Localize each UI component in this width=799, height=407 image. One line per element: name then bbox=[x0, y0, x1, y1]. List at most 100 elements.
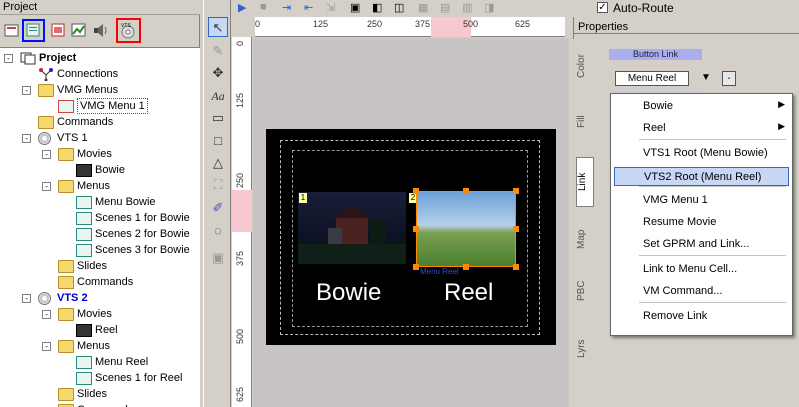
preview-icon[interactable]: ◨ bbox=[484, 1, 494, 14]
tree-item[interactable]: - Project bbox=[0, 50, 200, 66]
square-tool-icon[interactable]: □ bbox=[208, 131, 228, 151]
tree-item[interactable]: - Menus bbox=[0, 338, 200, 354]
tree-collapse-toggle[interactable]: - bbox=[22, 294, 31, 303]
context-menu-item[interactable]: Bowie ▶ bbox=[614, 97, 789, 116]
tree-collapse-toggle[interactable]: - bbox=[4, 54, 13, 63]
align-icon[interactable]: ◫ bbox=[394, 1, 404, 14]
eyedropper-tool-icon[interactable]: ✐ bbox=[208, 198, 228, 218]
tab-map[interactable]: Map bbox=[576, 219, 594, 259]
new-vts-icon[interactable]: VTS bbox=[116, 18, 141, 43]
tree-item[interactable]: VMG Menu 1 bbox=[0, 98, 200, 114]
tree-collapse-toggle[interactable]: - bbox=[42, 150, 51, 159]
tree-item[interactable]: Scenes 2 for Bowie bbox=[0, 226, 200, 242]
auto-route-checkbox[interactable]: ✓ bbox=[597, 2, 608, 13]
menu-icon bbox=[76, 228, 92, 241]
link-dropdown-arrow-icon[interactable]: ▼ bbox=[701, 72, 711, 83]
tree-item[interactable]: - Movies bbox=[0, 146, 200, 162]
selection-handle[interactable] bbox=[463, 188, 469, 194]
tree-item-label: VTS 1 bbox=[57, 132, 88, 144]
tree-collapse-toggle[interactable]: - bbox=[42, 182, 51, 191]
tab-pbc[interactable]: PBC bbox=[576, 271, 594, 311]
selection-handle[interactable] bbox=[463, 264, 469, 270]
tree-item[interactable]: Bowie bbox=[0, 162, 200, 178]
tree-item[interactable]: Connections bbox=[0, 66, 200, 82]
tree-item[interactable]: Scenes 1 for Reel bbox=[0, 370, 200, 386]
context-menu-item[interactable]: Reel ▶ bbox=[614, 119, 789, 138]
context-menu-item[interactable]: VMG Menu 1 bbox=[614, 191, 789, 210]
selection-handle[interactable] bbox=[513, 264, 519, 270]
context-menu-item[interactable]: Resume Movie bbox=[614, 213, 789, 232]
selection-handle[interactable] bbox=[413, 226, 419, 232]
new-chart-icon[interactable] bbox=[70, 22, 87, 39]
clear-link-button[interactable]: - bbox=[722, 71, 736, 86]
stop-icon[interactable]: ■ bbox=[260, 1, 267, 13]
section-divider bbox=[609, 90, 702, 92]
tree-item[interactable]: Menu Bowie bbox=[0, 194, 200, 210]
tab-link[interactable]: Link bbox=[576, 157, 594, 207]
text-tool-icon[interactable]: Aa bbox=[208, 86, 228, 106]
new-vmg-menu-icon[interactable] bbox=[3, 22, 20, 39]
auto-route-control[interactable]: ✓ Auto-Route bbox=[597, 0, 797, 15]
ruler-top-tick: 375 bbox=[415, 19, 431, 29]
transform-tool-icon[interactable]: ✥ bbox=[208, 63, 228, 83]
ruler-top: 0 125 250 375 500 625 bbox=[255, 17, 565, 37]
tree-item[interactable]: Slides bbox=[0, 258, 200, 274]
step-out-icon[interactable]: ⇤ bbox=[304, 1, 313, 14]
tree-collapse-toggle[interactable]: - bbox=[22, 134, 31, 143]
context-menu-item[interactable]: Set GPRM and Link... bbox=[614, 235, 789, 254]
selection-handle[interactable] bbox=[513, 226, 519, 232]
tab-fill[interactable]: Fill bbox=[576, 99, 594, 145]
selection-handle[interactable] bbox=[413, 264, 419, 270]
link-target-field[interactable]: Menu Reel bbox=[615, 71, 689, 86]
new-audio-icon[interactable] bbox=[92, 22, 109, 39]
fit-tool-icon[interactable]: ▣ bbox=[208, 248, 228, 268]
context-menu-item[interactable]: VTS2 Root (Menu Reel) bbox=[614, 167, 789, 186]
disc-icon bbox=[38, 132, 51, 145]
overlay-icon[interactable]: ▥ bbox=[462, 1, 472, 14]
tree-item-label: Menu Reel bbox=[95, 356, 149, 368]
rotate-tool-icon[interactable]: ◌ bbox=[208, 221, 228, 241]
snap-icon[interactable]: ▤ bbox=[440, 1, 450, 14]
tree-item[interactable]: - VMG Menus bbox=[0, 82, 200, 98]
tree-item[interactable]: Menu Reel bbox=[0, 354, 200, 370]
tree-item[interactable]: Scenes 3 for Bowie bbox=[0, 242, 200, 258]
tab-lyrs[interactable]: Lyrs bbox=[576, 329, 594, 369]
tree-item[interactable]: - Menus bbox=[0, 178, 200, 194]
new-menu-icon[interactable] bbox=[22, 19, 45, 42]
pointer-tool-icon[interactable]: ↖ bbox=[208, 17, 228, 37]
step-over-icon[interactable]: ⇲ bbox=[326, 1, 335, 14]
tree-item[interactable]: Commands bbox=[0, 402, 200, 407]
tree-item[interactable]: Commands bbox=[0, 114, 200, 130]
selection-handle[interactable] bbox=[413, 188, 419, 194]
tree-item[interactable]: Reel bbox=[0, 322, 200, 338]
context-menu-item[interactable]: VM Command... bbox=[614, 282, 789, 301]
tree-collapse-toggle[interactable]: - bbox=[42, 310, 51, 319]
new-slideshow-icon[interactable] bbox=[50, 22, 67, 39]
tree-item[interactable]: Slides bbox=[0, 386, 200, 402]
tab-color[interactable]: Color bbox=[576, 45, 594, 87]
tree-item-label: Commands bbox=[57, 116, 114, 128]
tree-item[interactable]: - Movies bbox=[0, 306, 200, 322]
safe-area-icon[interactable]: ◧ bbox=[372, 1, 382, 14]
tree-item[interactable]: Scenes 1 for Bowie bbox=[0, 210, 200, 226]
tree-item[interactable]: Commands bbox=[0, 274, 200, 290]
zoom-icon[interactable]: ▣ bbox=[350, 1, 360, 14]
context-menu-item[interactable]: Link to Menu Cell... bbox=[614, 260, 789, 279]
menu-preview-screen[interactable]: 1 2 Menu Reel Bowie Reel bbox=[266, 129, 556, 345]
button-1-thumbnail[interactable] bbox=[298, 192, 406, 264]
context-menu-item[interactable]: VTS1 Root (Menu Bowie) bbox=[614, 144, 789, 163]
tree-item[interactable]: - VTS 2 bbox=[0, 290, 200, 306]
menu-icon bbox=[76, 372, 92, 385]
link-tool-icon[interactable]: ✎ bbox=[208, 41, 228, 61]
selection-handle[interactable] bbox=[513, 188, 519, 194]
polygon-tool-icon[interactable]: △ bbox=[208, 153, 228, 173]
tree-collapse-toggle[interactable]: - bbox=[22, 86, 31, 95]
grid-icon[interactable]: ▦ bbox=[418, 1, 428, 14]
tree-item[interactable]: - VTS 1 bbox=[0, 130, 200, 146]
tree-collapse-toggle[interactable]: - bbox=[42, 342, 51, 351]
crop-tool-icon[interactable]: ⛶ bbox=[208, 175, 228, 195]
rectangle-tool-icon[interactable]: ▭ bbox=[208, 108, 228, 128]
play-icon[interactable]: ▶ bbox=[238, 1, 246, 14]
context-menu-item[interactable]: Remove Link bbox=[614, 307, 789, 326]
step-in-icon[interactable]: ⇥ bbox=[282, 1, 291, 14]
